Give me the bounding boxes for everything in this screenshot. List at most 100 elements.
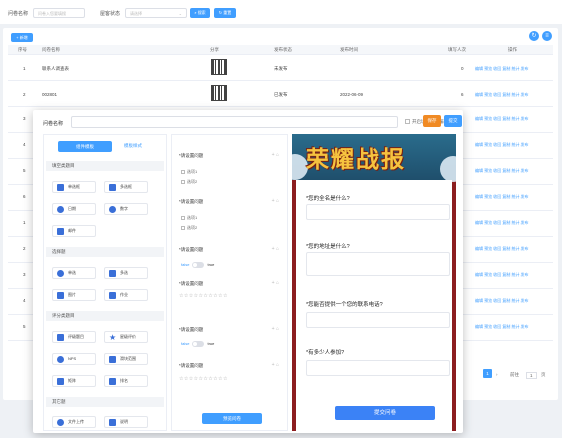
palette-item-multi-box[interactable]: 多选框 (104, 181, 148, 193)
pagination-current-page[interactable]: 1 (483, 369, 492, 378)
row-actions[interactable]: 编辑 预览 收回 复制 统计 发布 (475, 116, 529, 122)
table-row: 2 002801 已发布 2022-06-09 6 编辑 预览 收回 复制 统计… (8, 81, 553, 107)
question-title[interactable]: *请设置问题 (179, 153, 203, 159)
palette-item-image[interactable]: 图片 (52, 289, 96, 301)
palette-item-slider[interactable]: 滑块范围 (104, 353, 148, 365)
column-header: 发布状态 (274, 47, 292, 52)
column-header: 分享 (210, 47, 219, 52)
submit-questionnaire-button[interactable]: 提交问卷 (335, 406, 435, 420)
preview-input[interactable] (306, 360, 450, 376)
radio-icon (57, 270, 64, 277)
palette-item-number[interactable]: 数字 (104, 203, 148, 215)
question-controls[interactable]: + ⌂ (272, 280, 279, 286)
palette-item-file-upload[interactable]: 文件上传 (52, 416, 96, 428)
row-actions[interactable]: 编辑 预览 收回 复制 统计 发布 (475, 220, 529, 226)
palette-item-single-box[interactable]: 单选框 (52, 181, 96, 193)
star-icon: ★ (109, 333, 117, 342)
palette-item-rating-question[interactable]: 评级题目 (52, 331, 96, 343)
columns-icon[interactable]: ≡ (542, 31, 552, 41)
row-actions[interactable]: 编辑 预览 收回 复制 统计 发布 (475, 194, 529, 200)
table-row: 1 联系人调查表 未发布 0 编辑 预览 收回 复制 统计 发布 (8, 55, 553, 81)
status-text: 已发布 (274, 92, 288, 97)
table-header: 序号 问卷名称 分享 发布状态 发布时间 填写人次 操作 (8, 45, 553, 55)
number-icon (109, 206, 116, 213)
preview-questionnaire-button[interactable]: 预览问卷 (202, 413, 262, 424)
name-filter-input[interactable]: 问卷入您要填搜 (33, 8, 85, 18)
palette-item-matrix[interactable]: 矩阵 (52, 375, 96, 387)
option-item[interactable]: 选项2 (181, 225, 197, 231)
filter-toolbar: 问卷名称 问卷入您要填搜 屋客状态 请选择 ⌄ ⌕ 搜索 ↻ 重置 (0, 0, 562, 24)
questionnaire-editor-dialog: 问卷名称 开启填写后可编辑 保存 提交 组件模板 模板样式 填空类题目 单选框 … (33, 110, 463, 433)
row-actions[interactable]: 编辑 预览 收回 复制 统计 发布 (475, 142, 529, 148)
preview-input[interactable] (306, 204, 450, 220)
next-page-icon[interactable]: › (496, 372, 498, 377)
save-button[interactable]: 保存 (423, 115, 441, 127)
status-filter-select[interactable]: 请选择 ⌄ (125, 8, 187, 18)
banner-title: 荣耀战报 (306, 146, 406, 173)
question-title[interactable]: *请设置问题 (179, 363, 203, 369)
goto-page-input[interactable]: 1 (526, 372, 537, 379)
questionnaire-page: 问卷名称 问卷入您要填搜 屋客状态 请选择 ⌄ ⌕ 搜索 ↻ 重置 + 新增 ↻ … (0, 0, 562, 438)
question-title[interactable]: *请设置问题 (179, 281, 203, 287)
option-item[interactable]: 选项2 (181, 179, 197, 185)
add-questionnaire-button[interactable]: + 新增 (11, 33, 33, 42)
row-actions[interactable]: 编辑 预览 收回 复制 统计 发布 (475, 324, 529, 330)
palette-item-description[interactable]: 说明 (104, 416, 148, 428)
palette-item-radio[interactable]: 单选 (52, 267, 96, 279)
chevron-down-icon: ⌄ (178, 11, 182, 16)
question-controls[interactable]: + ⌂ (272, 362, 279, 368)
palette-item-ranking[interactable]: 排名 (104, 375, 148, 387)
row-actions[interactable]: 编辑 预览 收回 复制 统计 发布 (475, 246, 529, 252)
toggle-switch[interactable]: false true (181, 262, 214, 268)
section-choice: 选择题 (46, 247, 164, 257)
row-actions[interactable]: 编辑 预览 收回 复制 统计 发布 (475, 168, 529, 174)
questionnaire-name: 联系人调查表 (42, 66, 69, 71)
refresh-icon[interactable]: ↻ (529, 31, 539, 41)
question-controls[interactable]: + ⌂ (272, 246, 279, 252)
publish-time: 2022-06-09 (340, 92, 364, 97)
option-item[interactable]: 选项1 (181, 169, 197, 175)
questionnaire-name-input[interactable] (71, 116, 398, 128)
nps-icon (57, 356, 64, 363)
submit-button[interactable]: 提交 (444, 115, 462, 127)
input-icon (57, 184, 64, 191)
question-controls[interactable]: + ⌂ (272, 152, 279, 158)
row-actions[interactable]: 编辑 预览 收回 复制 统计 发布 (475, 272, 529, 278)
status-text: 未发布 (274, 66, 288, 71)
palette-item-nps[interactable]: NPS (52, 353, 96, 365)
preview-input[interactable] (306, 312, 450, 328)
qr-code-image[interactable] (211, 85, 227, 101)
palette-item-homework[interactable]: 作业 (104, 289, 148, 301)
qr-code-image[interactable] (211, 59, 227, 75)
question-title[interactable]: *请设置问题 (179, 247, 203, 253)
question-title[interactable]: *请设置问题 (179, 199, 203, 205)
rating-scale[interactable]: ☆☆☆☆☆☆☆☆☆☆ (179, 293, 228, 299)
search-icon: ⌕ (194, 10, 197, 15)
checkbox-icon (109, 270, 116, 277)
option-item[interactable]: 选项1 (181, 215, 197, 221)
clock-icon (57, 206, 64, 213)
text-icon (109, 419, 116, 426)
upload-icon (57, 419, 64, 426)
preview-question: *您能否提供一个您的联系电话? (306, 302, 383, 308)
row-actions[interactable]: 编辑 预览 收回 复制 统计 发布 (475, 298, 529, 304)
preview-input[interactable] (306, 252, 450, 276)
palette-item-star-rating[interactable]: ★ 星级评价 (104, 331, 148, 343)
row-actions[interactable]: 编辑 预览 收回 复制 统计 发布 (475, 92, 529, 98)
question-controls[interactable]: + ⌂ (272, 326, 279, 332)
form-builder-list: *请设置问题 + ⌂ 选项1 选项2 *请设置问题 + ⌂ 选项1 选项2 *请… (171, 134, 288, 431)
palette-item-date[interactable]: 日期 (52, 203, 96, 215)
question-title[interactable]: *请设置问题 (179, 327, 203, 333)
tab-templates[interactable]: 模板样式 (124, 143, 142, 149)
reset-button[interactable]: ↻ 重置 (214, 8, 236, 18)
palette-item-email[interactable]: 邮件 (52, 225, 96, 237)
row-actions[interactable]: 编辑 预览 收回 复制 统计 发布 (475, 66, 529, 72)
rating-scale[interactable]: ☆☆☆☆☆☆☆☆☆☆ (179, 376, 228, 382)
questionnaire-preview: 荣耀战报 *您的全名是什么? *您的地址是什么? *您能否提供一个您的联系电话?… (292, 134, 456, 431)
question-controls[interactable]: + ⌂ (272, 198, 279, 204)
tab-components[interactable]: 组件模板 (58, 141, 112, 152)
search-button[interactable]: ⌕ 搜索 (190, 8, 210, 18)
toggle-switch[interactable]: false true (181, 341, 214, 347)
palette-item-checkbox[interactable]: 多选 (104, 267, 148, 279)
checkbox-icon (405, 119, 410, 125)
